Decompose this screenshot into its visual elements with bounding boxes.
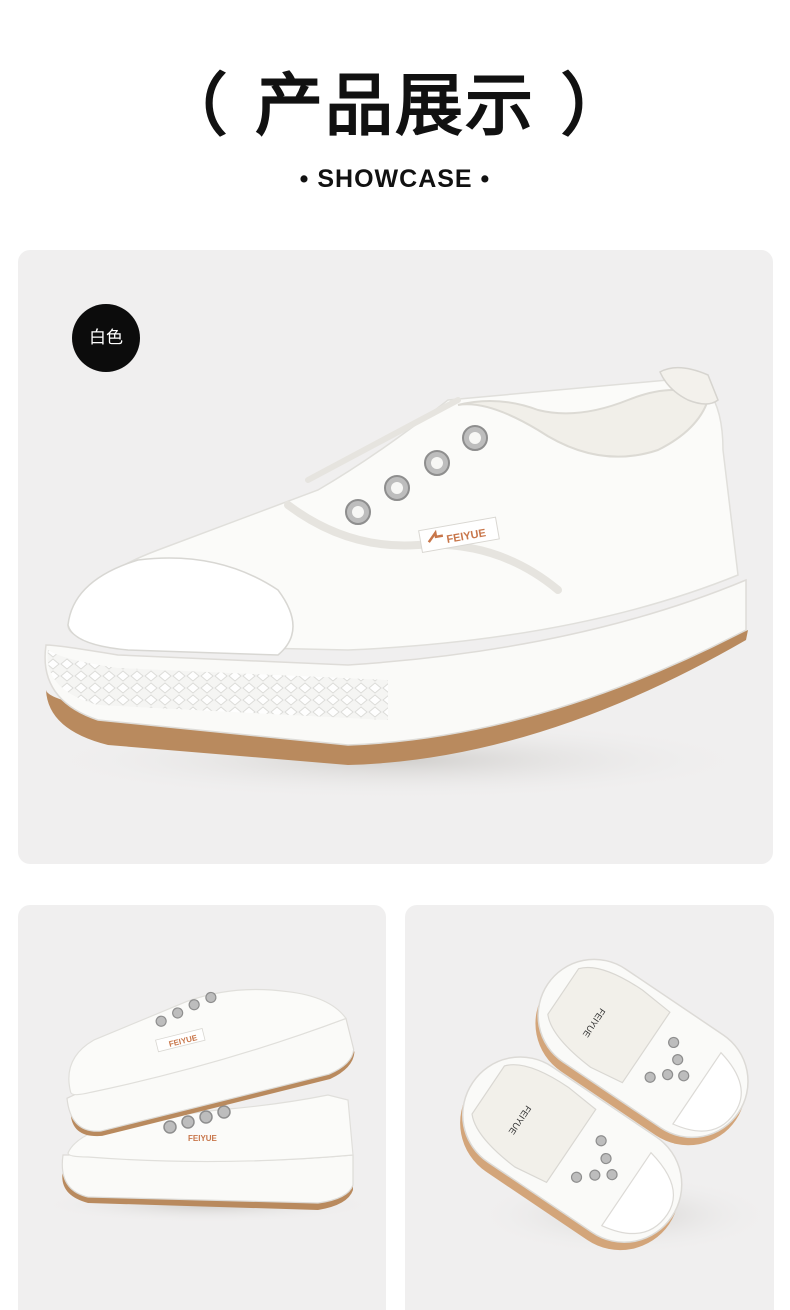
stacked-shoes-panel: FEIYUE FEIYUE [18,905,386,1310]
main-product-panel: FEIYUE 白色 [18,250,773,864]
svg-text:FEIYUE: FEIYUE [188,1134,218,1143]
pair-top-view-image: FEIYUE FEIYUE [460,958,774,1255]
pair-top-view-panel: FEIYUE FEIYUE [405,905,774,1310]
color-badge: 白色 [72,304,140,372]
stacked-shoes-image: FEIYUE FEIYUE [38,988,378,1223]
page-subtitle: • SHOWCASE • [299,165,491,193]
page-title: （ 产品展示 ） [159,67,631,146]
